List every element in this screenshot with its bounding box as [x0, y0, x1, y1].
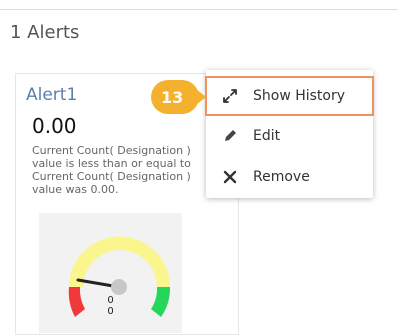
page-title: 1 Alerts — [10, 22, 80, 43]
alert-value: 0.00 — [32, 114, 77, 138]
step-badge-pointer — [196, 89, 206, 105]
gauge-hub — [111, 279, 127, 295]
step-badge: 13 — [151, 80, 199, 114]
show-history-label: Show History — [253, 88, 346, 104]
alert-name[interactable]: Alert1 — [26, 85, 77, 105]
gauge-readout: 0 — [107, 295, 114, 306]
pencil-icon — [206, 128, 253, 144]
top-divider — [0, 9, 398, 10]
expand-icon — [206, 88, 253, 104]
remove-label: Remove — [253, 169, 310, 185]
gauge-readout: 0 — [107, 306, 114, 317]
alert-context-menu: Show History Edit Remove — [205, 70, 374, 198]
edit-menu-item[interactable]: Edit — [206, 117, 373, 155]
show-history-menu-item[interactable]: Show History — [205, 76, 374, 116]
close-icon — [206, 170, 253, 184]
edit-label: Edit — [253, 128, 281, 144]
remove-menu-item[interactable]: Remove — [206, 158, 373, 196]
gauge-panel: 0 0 — [39, 213, 182, 333]
